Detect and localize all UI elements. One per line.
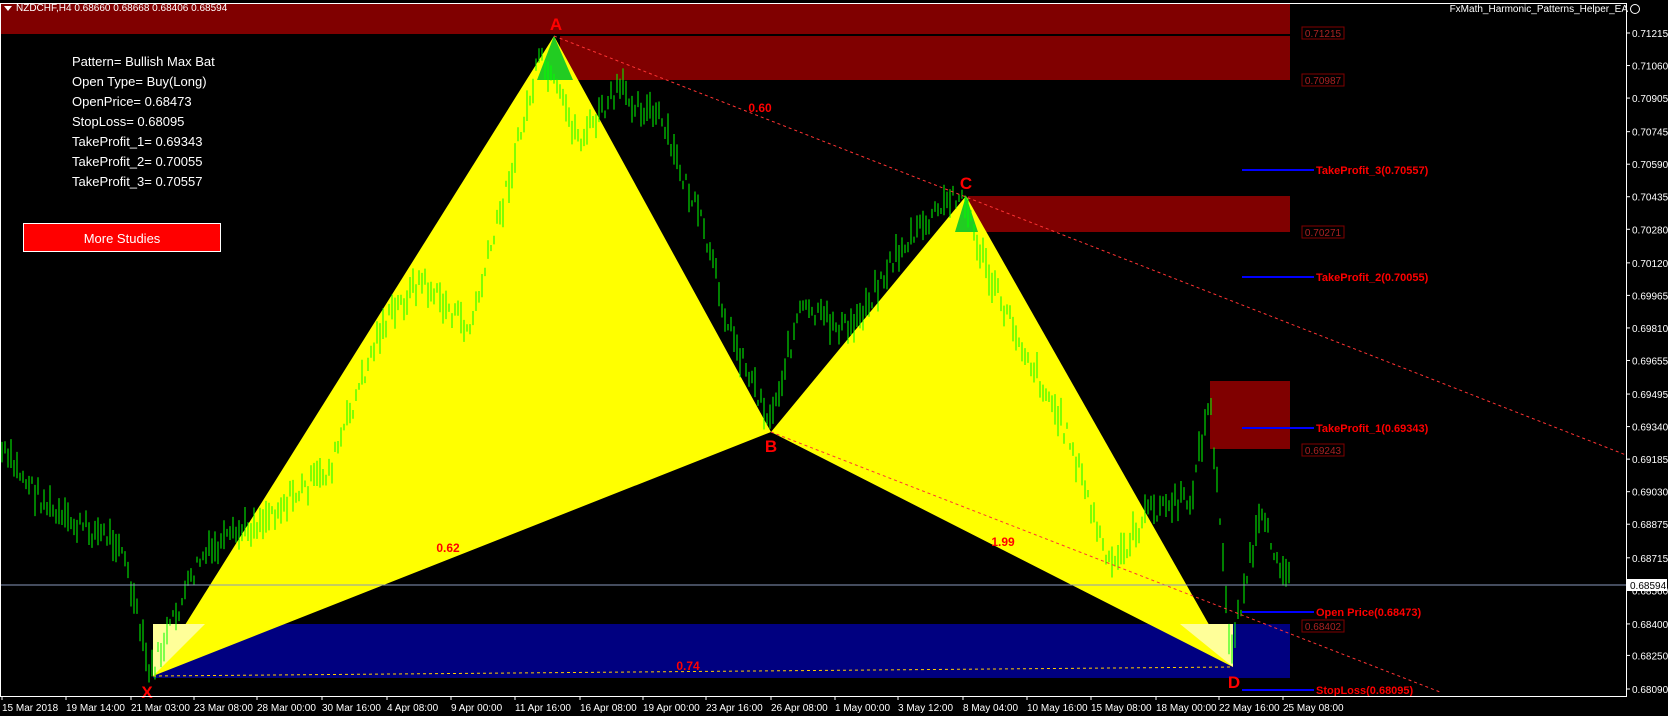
price-tick-label: 0.70590 <box>1632 160 1668 171</box>
price-tick-label: 0.68875 <box>1632 520 1668 531</box>
zone-label: 0.71215 <box>1305 29 1342 40</box>
pattern-name: Pattern= Bullish Max Bat <box>72 54 215 69</box>
point-label-d: D <box>1228 673 1240 692</box>
time-tick-label: 23 Mar 08:00 <box>194 703 253 714</box>
supply-zone-c <box>968 196 1290 232</box>
zone-label: 0.70271 <box>1305 228 1342 239</box>
price-tick-label: 0.68250 <box>1632 651 1668 662</box>
zone-label: 0.70987 <box>1305 76 1342 87</box>
bcd-triangle <box>771 196 1233 667</box>
expert-advisor-name: FxMath_Harmonic_Patterns_Helper_EA <box>1449 4 1628 15</box>
current-price-label: 0.68594 <box>1630 581 1667 592</box>
time-tick-label: 1 May 00:00 <box>835 703 890 714</box>
take-profit-1: TakeProfit_1= 0.69343 <box>72 134 203 149</box>
price-tick-label: 0.71215 <box>1632 29 1668 40</box>
time-tick-label: 26 Apr 08:00 <box>771 703 828 714</box>
smiley-icon <box>1630 4 1640 14</box>
price-tick-label: 0.69030 <box>1632 488 1668 499</box>
harmonic-pattern-layer <box>153 36 1233 676</box>
take-profit-2: TakeProfit_2= 0.70055 <box>72 154 203 169</box>
open-price: OpenPrice= 0.68473 <box>72 94 192 109</box>
time-tick-label: 15 Mar 2018 <box>2 703 59 714</box>
time-tick-label: 10 May 16:00 <box>1027 703 1088 714</box>
open-type: Open Type= Buy(Long) <box>72 74 207 89</box>
time-tick-label: 23 Apr 16:00 <box>706 703 763 714</box>
price-tick-label: 0.69965 <box>1632 291 1668 302</box>
point-label-b: B <box>765 437 777 456</box>
time-tick-label: 18 May 00:00 <box>1156 703 1217 714</box>
time-tick-label: 19 Mar 14:00 <box>66 703 125 714</box>
more-studies-button[interactable]: More Studies <box>23 223 221 252</box>
supply-zone-d <box>1210 381 1290 449</box>
pattern-info-panel: Pattern= Bullish Max Bat Open Type= Buy(… <box>72 52 215 192</box>
trade-level-label: Open Price(0.68473) <box>1316 607 1422 619</box>
time-tick-label: 21 Mar 03:00 <box>131 703 190 714</box>
ratio-label: 0.74 <box>676 659 700 673</box>
price-tick-label: 0.69185 <box>1632 455 1668 466</box>
time-tick-label: 15 May 08:00 <box>1091 703 1152 714</box>
point-label-a: A <box>550 15 562 34</box>
price-tick-label: 0.70905 <box>1632 94 1668 105</box>
price-tick-label: 0.69655 <box>1632 356 1668 367</box>
ratio-label: 0.62 <box>436 541 460 555</box>
ratio-label: 1.99 <box>991 535 1015 549</box>
time-tick-label: 3 May 12:00 <box>898 703 953 714</box>
price-tick-label: 0.70435 <box>1632 193 1668 204</box>
price-tick-label: 0.70120 <box>1632 259 1668 270</box>
time-tick-label: 4 Apr 08:00 <box>387 703 439 714</box>
point-label-c: C <box>960 174 972 193</box>
time-tick-label: 28 Mar 00:00 <box>257 703 316 714</box>
price-tick-label: 0.70280 <box>1632 225 1668 236</box>
price-tick-label: 0.70745 <box>1632 128 1668 139</box>
supply-zone-a <box>560 36 1290 80</box>
demand-zone <box>153 624 1290 678</box>
time-tick-label: 19 Apr 00:00 <box>643 703 700 714</box>
price-tick-label: 0.68090 <box>1632 685 1668 696</box>
time-tick-label: 22 May 16:00 <box>1219 703 1280 714</box>
price-tick-label: 0.69340 <box>1632 423 1668 434</box>
price-tick-label: 0.69495 <box>1632 390 1668 401</box>
ratio-label: 0.60 <box>748 101 772 115</box>
trade-level-label: TakeProfit_3(0.70557) <box>1316 165 1429 177</box>
price-tick-label: 0.69810 <box>1632 324 1668 335</box>
symbol-text: NZDCHF,H4 0.68660 0.68668 0.68406 0.6859… <box>16 3 228 14</box>
price-tick-label: 0.71060 <box>1632 62 1668 73</box>
price-chart[interactable]: X A B C D 0.62 0.60 1.99 0.74 0.71215 0.70987 0.702… <box>0 0 1668 716</box>
take-profit-3: TakeProfit_3= 0.70557 <box>72 174 203 189</box>
point-label-x: X <box>141 683 153 702</box>
symbol-header[interactable]: NZDCHF,H4 0.68660 0.68668 0.68406 0.6859… <box>4 3 227 14</box>
time-tick-label: 8 May 04:00 <box>963 703 1018 714</box>
price-tick-label: 0.68715 <box>1632 554 1668 565</box>
time-tick-label: 25 May 08:00 <box>1283 703 1344 714</box>
trade-level-label: TakeProfit_2(0.70055) <box>1316 272 1429 284</box>
time-tick-label: 9 Apr 00:00 <box>451 703 503 714</box>
xab-triangle <box>153 36 771 676</box>
time-tick-label: 11 Apr 16:00 <box>515 703 571 714</box>
zone-label: 0.69243 <box>1305 446 1342 457</box>
time-tick-label: 16 Apr 08:00 <box>580 703 637 714</box>
time-tick-label: 30 Mar 16:00 <box>322 703 381 714</box>
dropdown-triangle-icon[interactable] <box>4 5 12 11</box>
price-tick-label: 0.68400 <box>1632 620 1668 631</box>
zone-label: 0.68402 <box>1305 622 1342 633</box>
trade-level-label: TakeProfit_1(0.69343) <box>1316 423 1429 435</box>
stop-loss: StopLoss= 0.68095 <box>72 114 185 129</box>
trade-level-label: StopLoss(0.68095) <box>1316 685 1414 697</box>
